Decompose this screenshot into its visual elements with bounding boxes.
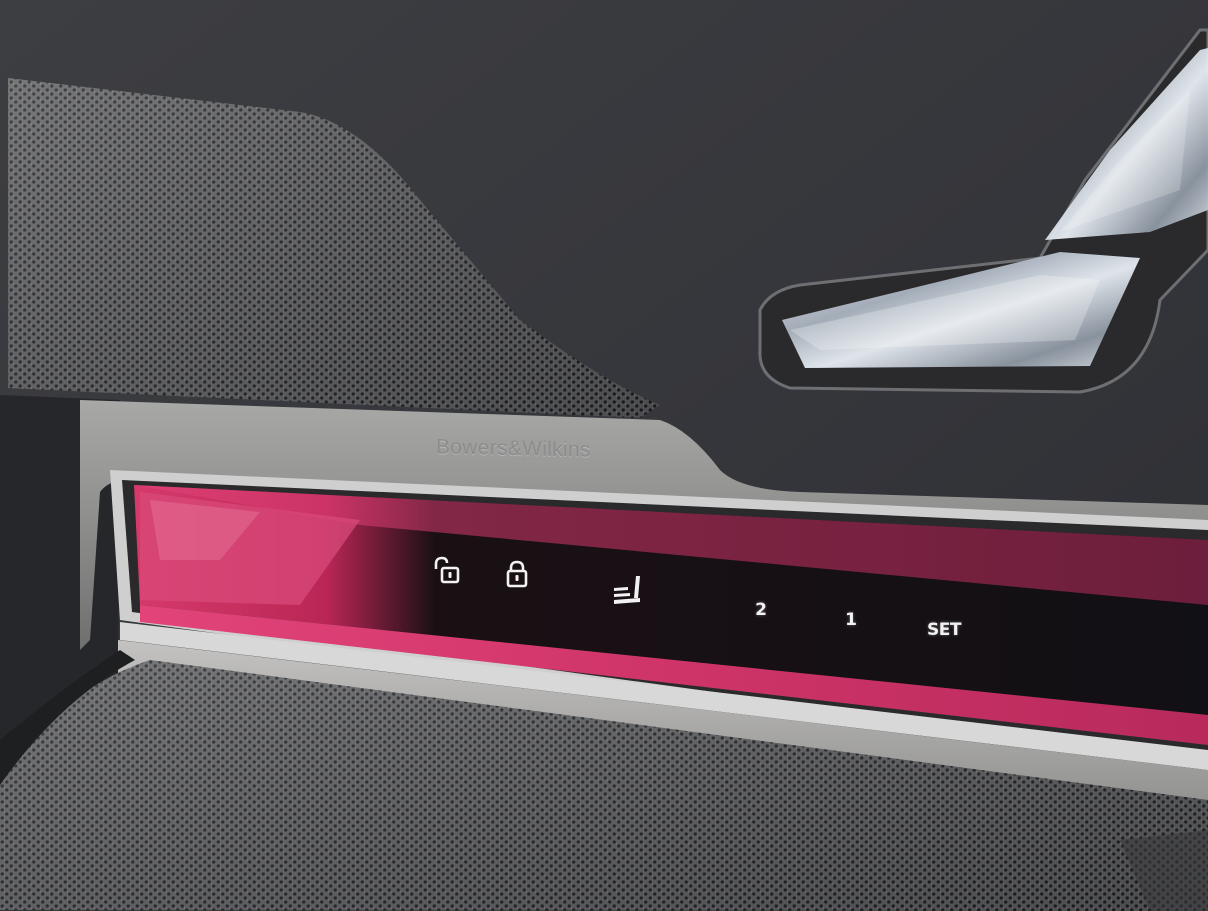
unlock-button[interactable]	[428, 555, 468, 587]
memory-1-button[interactable]: 1	[840, 610, 862, 632]
door-panel-illustration	[0, 0, 1208, 911]
memory-2-button[interactable]: 2	[750, 600, 772, 622]
seat-adjust-button[interactable]	[608, 572, 652, 612]
unlock-icon	[434, 556, 460, 584]
memory-set-button[interactable]: SET	[918, 620, 970, 644]
lock-button[interactable]	[500, 558, 534, 590]
door-panel-photo: Bowers&Wilkins 2 1 SET	[0, 0, 1208, 911]
seat-adjust-icon	[614, 576, 640, 604]
brand-wordmark: Bowers&Wilkins	[436, 435, 591, 462]
lock-icon	[506, 560, 528, 588]
